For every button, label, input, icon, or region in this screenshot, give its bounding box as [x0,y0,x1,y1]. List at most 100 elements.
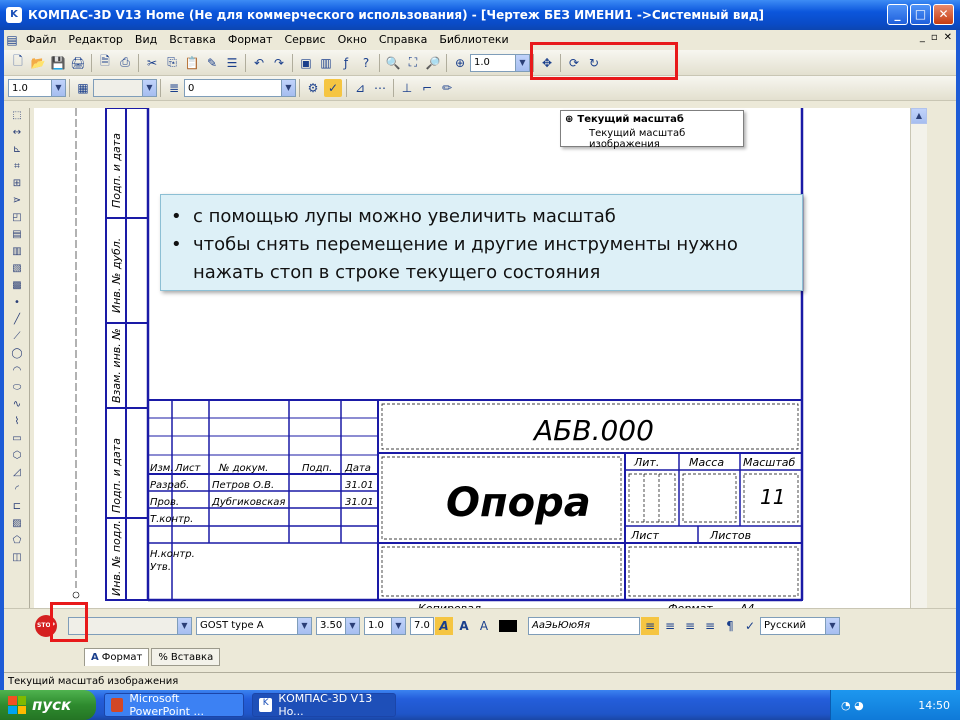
open-file-icon[interactable]: 📂 [29,54,47,72]
font-size-combo[interactable]: 3.50 ▼ [316,616,360,635]
vertical-scrollbar[interactable]: ▲ [910,108,927,636]
scroll-up-icon[interactable]: ▲ [911,108,927,124]
tab-insert[interactable]: % Вставка [151,648,221,666]
tray-icons[interactable]: ◔ ◕ [841,699,864,712]
measure-tool-icon[interactable]: ⋗ [6,195,28,210]
segment-tool-icon[interactable]: ╱ [6,314,28,329]
start-button[interactable]: пуск [0,690,96,720]
view-state-icon[interactable]: ▦ [74,79,92,97]
align-justify-icon[interactable]: ≡ [701,617,719,635]
zoom-window-icon[interactable]: 🔍 [384,54,402,72]
chevron-down-icon[interactable]: ▼ [281,80,295,96]
collect-contour-icon[interactable]: ◫ [6,552,28,567]
menu-insert[interactable]: Вставка [163,33,222,46]
font-combo[interactable]: GOST type A ▼ [196,616,312,635]
undo-icon[interactable]: ↶ [250,54,268,72]
chevron-down-icon[interactable]: ▼ [142,80,156,96]
line-scale-combo[interactable]: 1.0 ▼ [8,79,66,97]
edit-tool-icon[interactable]: ⌗ [6,161,28,176]
menu-service[interactable]: Сервис [278,33,331,46]
help-pointer-icon[interactable]: ? [357,54,375,72]
language-combo[interactable]: Русский ▼ [760,616,840,635]
hatch-tool-icon[interactable]: ▨ [6,518,28,533]
menu-view[interactable]: Вид [129,33,163,46]
grid-icon[interactable]: ⋯ [371,79,389,97]
align-right-icon[interactable]: ≡ [681,617,699,635]
format-tool-icon[interactable]: ▩ [6,280,28,295]
step-field[interactable]: 7.0 [410,616,434,635]
library-icon[interactable]: ▥ [317,54,335,72]
spline-tool-icon[interactable]: ∿ [6,399,28,414]
window-titlebar[interactable]: K КОМПАС-3D V13 Home (Не для коммерческо… [0,0,960,30]
new-file-icon[interactable]: 🗋 [9,54,27,72]
list-icon[interactable]: ☰ [223,54,241,72]
snap-icon[interactable]: ✓ [324,79,342,97]
menu-format[interactable]: Формат [222,33,279,46]
ortho-icon[interactable]: ⊿ [351,79,369,97]
view-combo[interactable]: ▼ [93,79,157,97]
chamfer-tool-icon[interactable]: ◿ [6,467,28,482]
align-left-icon[interactable]: ≡ [641,616,659,635]
properties-icon[interactable]: ✎ [203,54,221,72]
align-center-icon[interactable]: ≡ [661,617,679,635]
insert-tool-icon[interactable]: ▧ [6,263,28,278]
polygon-tool-icon[interactable]: ⬡ [6,450,28,465]
mdi-restore-button[interactable]: ▫ [931,32,938,43]
fillet-tool-icon[interactable]: ◜ [6,484,28,499]
dimension-tool-icon[interactable]: ↔ [6,127,28,142]
spec-tool-icon[interactable]: ▤ [6,229,28,244]
chevron-down-icon[interactable]: ▼ [825,617,839,634]
bold-icon[interactable]: A [455,617,473,635]
menu-help[interactable]: Справка [373,33,433,46]
drawing-canvas[interactable]: Подп. и дата Инв. № дубл. Взам. инв. № П… [34,108,910,636]
italic-icon[interactable]: A [435,616,453,635]
contour-tool-icon[interactable]: ⬠ [6,535,28,550]
preview-icon[interactable]: 🗎 [96,54,114,72]
offset-tool-icon[interactable]: ⊏ [6,501,28,516]
mdi-close-button[interactable]: ✕ [944,32,952,43]
print-icon[interactable]: 🖨 [69,54,87,72]
reports-tool-icon[interactable]: ▥ [6,246,28,261]
circle-tool-icon[interactable]: ◯ [6,348,28,363]
select-region-icon[interactable]: ◰ [6,212,28,227]
select-tool-icon[interactable]: ⬚ [6,110,28,125]
chevron-down-icon[interactable]: ▼ [297,617,311,634]
polyline-tool-icon[interactable]: ⌇ [6,416,28,431]
cut-icon[interactable]: ✂ [143,54,161,72]
line-tool-icon[interactable]: ⟋ [6,331,28,346]
copy-icon[interactable]: ⎘ [163,54,181,72]
redo-icon[interactable]: ↷ [270,54,288,72]
task-powerpoint[interactable]: Microsoft PowerPoint ... [104,692,244,718]
spellcheck-icon[interactable]: ✓ [741,617,759,635]
paste-icon[interactable]: 📋 [183,54,201,72]
minimize-button[interactable]: _ [887,4,908,25]
pencil-icon[interactable]: ✏ [438,79,456,97]
chevron-down-icon[interactable]: ▼ [391,617,405,634]
arc-tool-icon[interactable]: ◠ [6,365,28,380]
tab-format[interactable]: A Формат [84,648,150,666]
zoom-to-fit-icon[interactable]: ⛶ [404,54,422,72]
local-cs-icon[interactable]: ⊥ [398,79,416,97]
parameters-icon[interactable]: ⚙ [304,79,322,97]
print-setup-icon[interactable]: ⎙ [116,54,134,72]
chevron-down-icon[interactable]: ▼ [51,80,65,96]
layer-combo[interactable]: 0 ▼ [184,79,296,97]
close-button[interactable]: ✕ [933,4,954,25]
save-icon[interactable]: 💾 [49,54,67,72]
menu-file[interactable]: Файл [20,33,62,46]
menu-window[interactable]: Окно [332,33,373,46]
text-scale-combo[interactable]: 1.0 ▼ [364,616,406,635]
round-icon[interactable]: ⌐ [418,79,436,97]
zoom-in-icon[interactable]: ⊕ [451,54,469,72]
task-kompas[interactable]: K КОМПАС-3D V13 Ho... [252,692,396,718]
chevron-down-icon[interactable]: ▼ [177,617,191,634]
variables-icon[interactable]: ƒ [337,54,355,72]
ellipse-tool-icon[interactable]: ⬭ [6,382,28,397]
rectangle-tool-icon[interactable]: ▭ [6,433,28,448]
point-tool-icon[interactable]: • [6,297,28,312]
manager-icon[interactable]: ▣ [297,54,315,72]
color-swatch-icon[interactable] [495,617,521,635]
zoom-scale-combo[interactable]: 1.0 ▼ [470,53,530,72]
menu-libraries[interactable]: Библиотеки [433,33,514,46]
underline-icon[interactable]: A [475,617,493,635]
